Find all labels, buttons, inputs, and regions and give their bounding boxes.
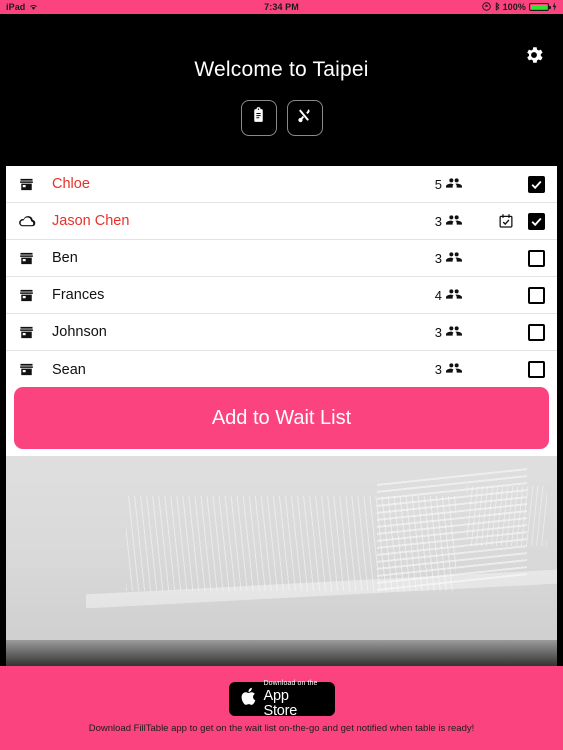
cloud-icon <box>18 212 44 231</box>
waitlist-card: Chloe 5 Jason Chen 3 Ben 3 Frances 4 Joh… <box>6 166 557 388</box>
guest-name: Sean <box>52 361 86 378</box>
people-icon <box>446 249 462 268</box>
people-icon <box>446 212 462 231</box>
page-title: Welcome to Taipei <box>194 58 369 81</box>
rotation-lock-icon <box>481 1 491 13</box>
bluetooth-icon <box>494 1 500 13</box>
party-size-value: 3 <box>434 362 442 377</box>
store-icon <box>18 250 44 267</box>
fork-spoon-icon <box>296 107 313 129</box>
guest-name: Chloe <box>52 176 90 192</box>
people-icon <box>446 323 462 342</box>
status-bar-right: 100% <box>481 1 557 13</box>
status-checkbox[interactable] <box>528 175 545 193</box>
waitlist-button[interactable] <box>240 100 277 136</box>
app-footer: Download on the App Store Download FillT… <box>0 666 563 750</box>
app-store-large-label: App Store <box>263 688 298 719</box>
store-icon <box>18 287 44 304</box>
app-store-small-label: Download on the <box>263 680 318 687</box>
guest-name: Jason Chen <box>52 213 130 229</box>
table-row[interactable]: Jason Chen 3 <box>6 203 557 240</box>
status-bar-time: 7:34 PM <box>264 2 299 12</box>
store-icon <box>18 361 44 378</box>
battery-full-icon <box>529 3 551 11</box>
charging-bolt-icon <box>552 1 557 13</box>
status-bar: iPad 7:34 PM 100% <box>0 0 563 14</box>
store-icon <box>18 324 44 341</box>
table-row[interactable]: Sean 3 <box>6 351 557 388</box>
app-header: Welcome to Taipei <box>0 14 563 166</box>
status-checkbox[interactable] <box>528 361 545 378</box>
guest-name: Frances <box>52 287 105 303</box>
people-icon <box>446 360 462 379</box>
table-row[interactable]: Ben 3 <box>6 240 557 277</box>
apple-logo-icon <box>238 686 259 712</box>
clipboard-icon <box>250 107 267 129</box>
status-checkbox[interactable] <box>528 323 545 341</box>
party-size-value: 4 <box>434 287 442 303</box>
status-checkbox[interactable] <box>528 212 545 230</box>
app-store-badge[interactable]: Download on the App Store <box>228 680 335 718</box>
status-checkbox[interactable] <box>528 249 545 267</box>
party-size-group: 3 <box>435 360 462 379</box>
guest-name: Johnson <box>52 324 107 340</box>
party-size-value: 3 <box>434 213 442 229</box>
add-to-wait-list-button[interactable]: Add to Wait List <box>14 387 549 449</box>
table-row[interactable]: Chloe 5 <box>6 166 557 203</box>
party-size-group: 5 <box>435 175 462 194</box>
party-size-group: 3 <box>435 249 462 268</box>
party-size-group: 3 <box>435 212 462 231</box>
party-size-value: 5 <box>434 176 442 192</box>
party-size-value: 3 <box>434 250 442 266</box>
app-store-badge-text: Download on the App Store <box>264 680 326 718</box>
party-size-value: 3 <box>434 324 442 340</box>
table-row[interactable]: Johnson 3 <box>6 314 557 351</box>
party-size-group: 4 <box>435 286 462 305</box>
people-icon <box>446 175 462 194</box>
battery-percent-label: 100% <box>502 2 526 12</box>
table-row[interactable]: Frances 4 <box>6 277 557 314</box>
gear-icon[interactable] <box>523 44 545 66</box>
guest-name: Ben <box>52 250 78 266</box>
header-button-group <box>0 100 563 136</box>
party-size-group: 3 <box>435 323 462 342</box>
status-checkbox[interactable] <box>528 286 545 304</box>
footer-note: Download FillTable app to get on the wai… <box>88 723 475 734</box>
calendar-check-icon[interactable] <box>494 213 518 229</box>
store-icon <box>18 176 44 193</box>
people-icon <box>446 286 462 305</box>
menu-button[interactable] <box>286 100 323 136</box>
